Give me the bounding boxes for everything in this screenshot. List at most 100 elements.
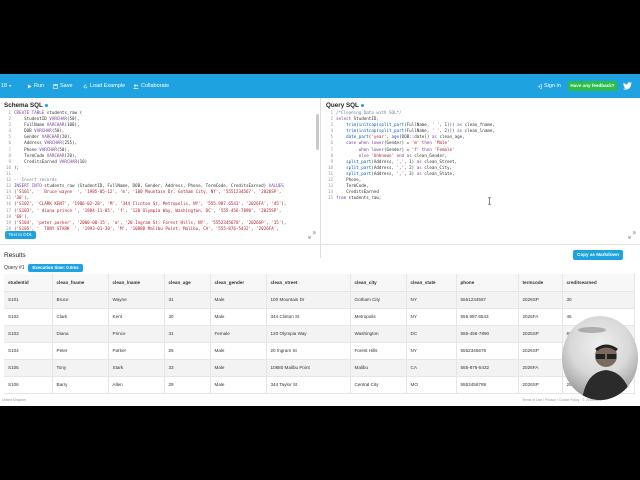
expand-icon[interactable] [308,231,316,239]
table-cell: 31 [164,291,211,309]
table-cell: 2026FA [518,308,563,326]
line-numbers: 1 2 3 4 5 6 7 8 9 10 11 12 13 14 15 [324,110,333,201]
code-line[interactable]: from students_raw; [336,195,495,201]
table-cell: S104 [4,342,53,360]
table-cell: Prince [108,325,165,343]
presenter-silhouette-icon [578,327,632,400]
table-row: S106 Barry Allen 29 Male 344 Taylor St Central… [4,376,635,394]
column-header[interactable]: clean_city [350,274,407,292]
status-dot [360,103,365,108]
sign-in-icon [537,83,542,89]
table-cell: 2026SP [518,291,563,309]
schema-scrollbar[interactable] [316,114,319,150]
schema-panel-title: Schema SQL [4,102,49,109]
table-cell: Malibu [350,359,407,377]
version-select[interactable]: 18 ▾ [1,74,11,98]
table-cell: Male [210,342,267,360]
table-cell: 5552345678 [456,342,519,360]
results-title: Results [4,252,26,259]
play-icon [28,84,32,88]
table-cell: S106 [4,376,53,394]
table-row: S104 Peter Parker 26 Male 20 Ingram St Forest … [4,342,635,360]
save-icon [53,83,58,89]
results-table: studentid clean_fname clean_lname clean_age… [4,274,635,394]
table-cell: Female [210,325,267,343]
table-cell: 29 [164,376,211,394]
column-header[interactable]: clean_gender [210,274,267,292]
query-code[interactable]: /*Cleaning Data with SQL*/select Student… [336,110,495,201]
query-editor[interactable]: 1 2 3 4 5 6 7 8 9 10 11 12 13 14 15 /*Cleaning Data wi… [324,110,636,238]
table-cell: 5553456789 [456,376,519,394]
table-cell: Wayne [108,291,165,309]
chevron-down-icon: ▾ [9,83,12,88]
schema-editor[interactable]: 1 2 3 4 5 6 7 8 9 10 11 12 13 14 15 16 17 18 19 20 CREATE T… [2,110,316,232]
collaborate-button[interactable]: Collaborate [133,74,169,98]
table-cell: Stark [108,359,165,377]
column-header[interactable]: creditsearned [562,274,635,292]
query-label: Query #1 [4,265,25,271]
query-panel-title: Query SQL [326,102,365,109]
table-cell: Gotham City [350,291,407,309]
table-row: S105 Tony Stark 33 Male 10880 Malibu Point Mal… [4,359,635,377]
load-example-button[interactable]: Load Example [83,74,125,98]
table-cell: Forest Hills [350,342,407,360]
table-cell: 20 Ingram St [266,342,351,360]
table-cell: 30 [562,291,635,309]
table-cell: 5551234567 [456,291,519,309]
table-row: S102 Clark Kent 30 Male 344 Clinton St Metropo… [4,308,635,326]
text-to-ddl-button[interactable]: Text to DDL [5,231,36,239]
table-cell: S105 [4,359,53,377]
table-cell: 10880 Malibu Point [266,359,351,377]
sign-in-button[interactable]: Sign in [537,74,561,98]
table-cell: Bruce [52,291,109,309]
feedback-button[interactable]: Have any feedback? [568,81,617,91]
column-header[interactable]: clean_lname [108,274,165,292]
table-cell: 555-456-7890 [456,325,519,343]
app-window: 18 ▾ Run Save Load Example Collaborate S… [0,74,640,406]
save-button[interactable]: Save [53,74,73,98]
table-row: S103 Diana Prince 31 Female 120 Olympia Way Wa… [4,325,635,343]
table-cell: 344 Clinton St [266,308,351,326]
table-cell: 555-876-5432 [456,359,519,377]
table-cell: NY [406,308,457,326]
table-cell: Clark [52,308,109,326]
table-cell: S103 [4,325,53,343]
table-cell: DC [406,325,457,343]
footer: United Kingdom Terms of Use / Privacy / … [0,394,640,406]
table-cell: CA [406,359,457,377]
users-icon [133,84,139,89]
column-header[interactable]: clean_age [164,274,211,292]
copy-as-markdown-button[interactable]: Copy as Markdown [573,250,623,260]
schema-code[interactable]: CREATE TABLE students_raw ( StudentID VA… [14,110,286,232]
table-cell: Peter [52,342,109,360]
run-button[interactable]: Run [27,74,44,98]
table-cell: 2025SP [518,325,563,343]
table-cell: 120 Olympia Way [266,325,351,343]
column-header[interactable]: phone [456,274,519,292]
column-header[interactable]: studentid [4,274,53,292]
table-cell: 31 [164,325,211,343]
table-row: S101 Bruce Wayne 31 Male 100 Mountain Dr Gotha… [4,291,635,309]
code-line[interactable]: ('S105', ' TONY STARK ', '1993-01-30', '… [14,226,286,232]
results-divider [0,244,640,245]
panel-divider[interactable] [320,98,321,258]
table-cell: S101 [4,291,53,309]
expand-icon[interactable] [628,231,636,239]
line-numbers: 1 2 3 4 5 6 7 8 9 10 11 12 13 14 15 16 17 18 19 20 [2,110,11,232]
code-line[interactable]: ('S103', ' diana prince ', '1984-11-05',… [14,208,286,214]
table-cell: 30 [164,308,211,326]
column-header[interactable]: termcode [518,274,563,292]
table-cell: Barry [52,376,109,394]
column-header[interactable]: clean_state [406,274,457,292]
code-line[interactable]: ('S101', ' Bruce wayne ', '1985-05-12', … [14,189,286,195]
table-cell: Kent [108,308,165,326]
table-header-row: studentid clean_fname clean_lname clean_age… [4,274,635,292]
table-cell: Male [210,359,267,377]
twitter-icon[interactable] [623,74,632,98]
table-cell: 344 Taylor St [266,376,351,394]
table-cell: 2026SP [518,342,563,360]
column-header[interactable]: clean_fname [52,274,109,292]
column-header[interactable]: clean_street [266,274,351,292]
table-cell: Male [210,308,267,326]
footer-locale[interactable]: United Kingdom [2,398,26,402]
